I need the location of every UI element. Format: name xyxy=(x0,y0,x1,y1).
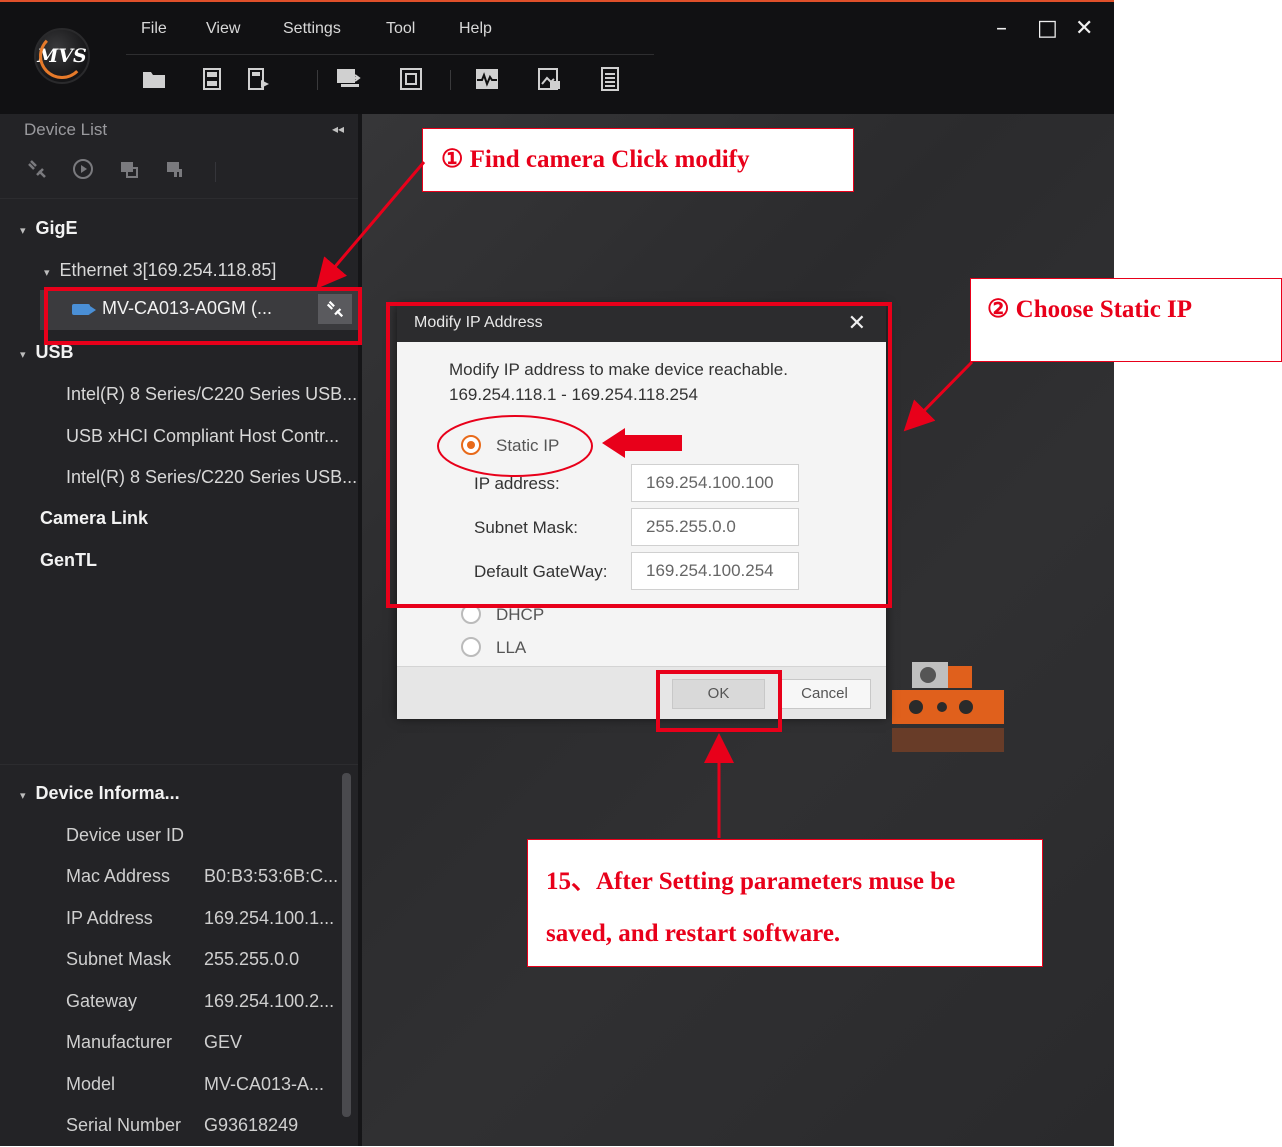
tree-node-ethernet[interactable]: ▾ Ethernet 3[169.254.118.85] xyxy=(44,260,276,281)
lla-label[interactable]: LLA xyxy=(496,638,526,658)
info-value: B0:B3:53:6B:C... xyxy=(204,866,339,886)
dialog-footer: OK Cancel xyxy=(397,666,886,719)
cancel-button[interactable]: Cancel xyxy=(778,679,871,709)
highlight-static-ip-section xyxy=(386,302,892,608)
info-key: Mac Address xyxy=(66,866,171,886)
waveform-icon[interactable] xyxy=(474,66,500,92)
chevron-down-icon: ▾ xyxy=(20,349,26,361)
list-icon[interactable] xyxy=(597,66,623,92)
close-icon[interactable]: ✕ xyxy=(1075,18,1093,40)
lla-radio[interactable] xyxy=(461,637,481,657)
info-value: MV-CA013-A... xyxy=(204,1074,325,1094)
device-list-panel: Device List ◂◂ ▾ GigE ▾ Ethernet 3[169.254… xyxy=(0,114,358,1146)
chevron-down-icon: ▾ xyxy=(20,790,26,802)
save-icon[interactable] xyxy=(199,66,225,92)
menu-settings[interactable]: Settings xyxy=(283,20,341,38)
collapse-icon[interactable]: ◂◂ xyxy=(332,122,344,136)
device-information-panel: ▾ Device Informa... Device user ID Mac Ad… xyxy=(0,764,358,1147)
chevron-down-icon: ▾ xyxy=(44,267,50,279)
toolbar-separator xyxy=(450,70,451,90)
info-key: Serial Number xyxy=(66,1115,182,1135)
tree-node-camera-link[interactable]: Camera Link xyxy=(40,508,148,529)
modify-ip-icon[interactable] xyxy=(24,158,50,184)
info-value: GEV xyxy=(204,1032,243,1052)
tree-node-usb-item[interactable]: USB xHCI Compliant Host Contr... xyxy=(66,426,339,447)
tree-node-usb-item[interactable]: Intel(R) 8 Series/C220 Series USB... xyxy=(66,384,357,405)
menu-help[interactable]: Help xyxy=(459,20,492,38)
mvs-logo: MVS xyxy=(34,28,90,84)
single-layout-icon[interactable] xyxy=(335,66,361,92)
maximize-icon[interactable]: □ xyxy=(1037,18,1058,40)
open-folder-icon[interactable] xyxy=(141,66,167,92)
menu-view[interactable]: View xyxy=(206,20,240,38)
dhcp-label[interactable]: DHCP xyxy=(496,605,544,625)
info-value: 169.254.100.1... xyxy=(204,908,335,928)
title-bar: MVS File View Settings Tool Help – □ ✕ xyxy=(0,0,1114,114)
info-value: 255.255.0.0 xyxy=(204,949,300,969)
menu-file[interactable]: File xyxy=(141,20,167,38)
device-toolbar xyxy=(0,148,358,199)
info-scrollbar[interactable] xyxy=(342,773,351,1117)
info-key: Manufacturer xyxy=(66,1032,173,1052)
info-key: IP Address xyxy=(66,908,153,928)
highlight-device-row xyxy=(44,287,362,345)
chevron-down-icon: ▾ xyxy=(20,225,26,237)
connect-icon[interactable] xyxy=(116,158,142,184)
tree-node-gentl[interactable]: GenTL xyxy=(40,550,97,571)
device-list-header: Device List ◂◂ xyxy=(0,114,358,148)
device-info-header[interactable]: ▾ Device Informa... xyxy=(20,783,180,804)
minimize-icon[interactable]: – xyxy=(996,18,1007,40)
callout-step-2: ② Choose Static IP xyxy=(970,278,1282,362)
disconnect-icon[interactable] xyxy=(162,158,188,184)
info-key: Gateway xyxy=(66,991,138,1011)
multi-layout-icon[interactable] xyxy=(398,66,424,92)
info-key: Device user ID xyxy=(66,825,185,845)
camera-product-image xyxy=(892,662,1004,752)
toolbar-separator xyxy=(215,162,216,182)
play-icon[interactable] xyxy=(70,158,96,184)
menu-divider xyxy=(126,54,654,55)
toolbar-separator xyxy=(317,70,318,90)
info-value: 169.254.100.2... xyxy=(204,991,335,1011)
info-key: Subnet Mask xyxy=(66,949,172,969)
callout-step-1: ① Find camera Click modify xyxy=(422,128,854,192)
info-key: Model xyxy=(66,1074,116,1094)
tree-node-usb[interactable]: ▾ USB xyxy=(20,342,74,363)
callout-step-15-line1: 15、After Setting parameters muse be xyxy=(546,868,956,895)
tree-node-gige[interactable]: ▾ GigE xyxy=(20,218,78,239)
device-list-title: Device List xyxy=(24,120,108,139)
callout-step-15: 15、After Setting parameters muse be save… xyxy=(527,839,1043,967)
image-icon[interactable] xyxy=(536,66,562,92)
tree-node-usb-item[interactable]: Intel(R) 8 Series/C220 Series USB... xyxy=(66,467,357,488)
save-as-icon[interactable] xyxy=(245,66,271,92)
highlight-ok-button xyxy=(656,670,782,732)
info-value: G93618249 xyxy=(204,1115,299,1135)
menu-tool[interactable]: Tool xyxy=(386,20,415,38)
callout-step-15-line2: saved, and restart software. xyxy=(546,920,841,947)
